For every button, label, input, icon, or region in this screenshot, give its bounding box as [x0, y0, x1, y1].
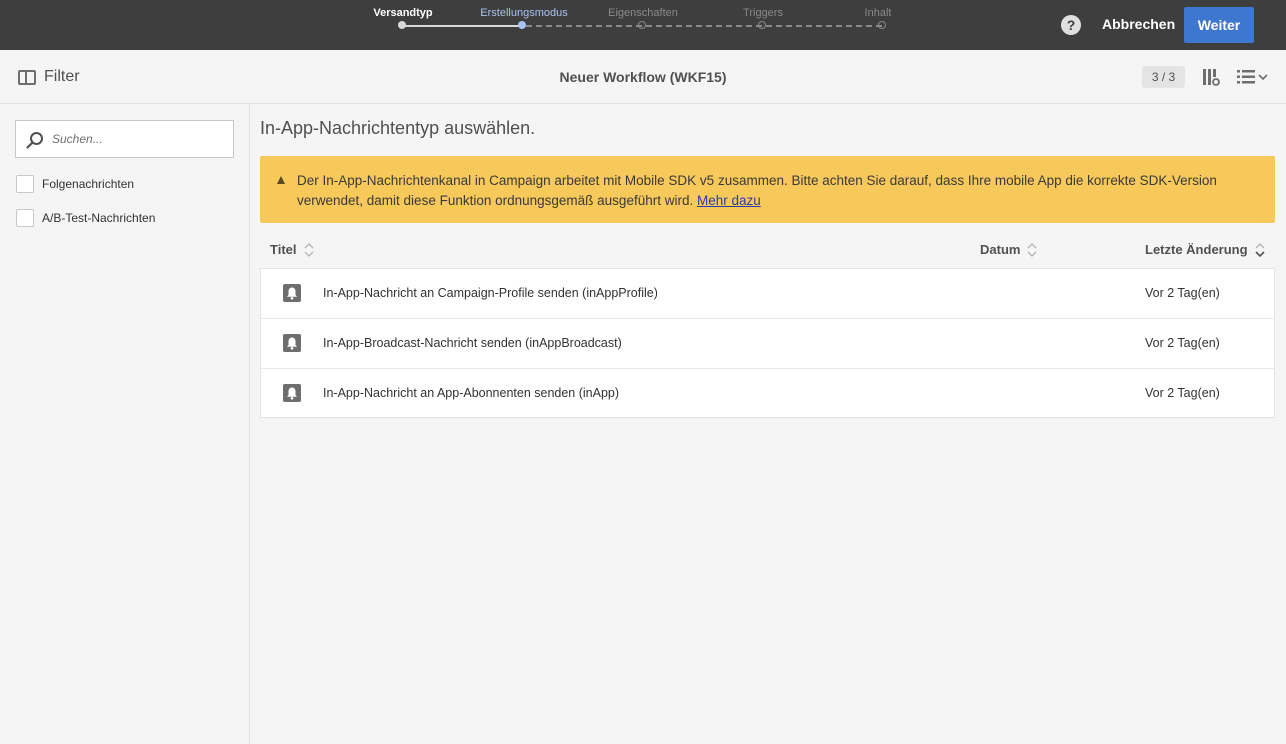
- bell-icon: [283, 334, 301, 352]
- message-type-table: In-App-Nachricht an Campaign-Profile sen…: [260, 268, 1275, 418]
- help-icon[interactable]: ?: [1061, 15, 1081, 35]
- search-icon: [26, 132, 43, 149]
- wizard-step-triggers: Triggers: [743, 7, 783, 19]
- table-row[interactable]: In-App-Broadcast-Nachricht senden (inApp…: [261, 319, 1274, 369]
- search-input[interactable]: [52, 121, 227, 157]
- column-header-last-changed[interactable]: Letzte Änderung: [1145, 242, 1265, 257]
- column-header-label: Titel: [270, 242, 297, 257]
- column-header-date[interactable]: Datum: [980, 242, 1037, 257]
- next-button[interactable]: Weiter: [1184, 7, 1254, 43]
- wizard-dot-eigenschaften: [638, 21, 646, 29]
- filter-ab-test-nachrichten[interactable]: A/B-Test-Nachrichten: [16, 209, 155, 227]
- row-last-changed: Vor 2 Tag(en): [1145, 386, 1220, 400]
- wizard-step-inhalt: Inhalt: [864, 7, 892, 19]
- column-header-title[interactable]: Titel: [270, 242, 314, 257]
- wizard-dot-erstellungsmodus: [518, 21, 526, 29]
- top-bar: Versandtyp Erstellungsmodus Eigenschafte…: [0, 0, 1286, 50]
- wizard-remaining-line: [526, 25, 882, 27]
- sort-descending-icon: [1254, 242, 1265, 257]
- checkbox-label: Folgenachrichten: [42, 177, 135, 191]
- row-title: In-App-Nachricht an App-Abonnenten sende…: [323, 386, 620, 400]
- row-last-changed: Vor 2 Tag(en): [1145, 286, 1220, 300]
- bell-icon: [283, 384, 301, 402]
- cancel-button[interactable]: Abbrechen: [1102, 16, 1175, 32]
- row-title: In-App-Broadcast-Nachricht senden (inApp…: [323, 336, 622, 350]
- warning-alert: Der In-App-Nachrichtenkanal in Campaign …: [260, 156, 1275, 223]
- checkbox[interactable]: [16, 175, 34, 193]
- search-box[interactable]: [15, 120, 234, 158]
- filter-folgenachrichten[interactable]: Folgenachrichten: [16, 175, 134, 193]
- checkbox-label: A/B-Test-Nachrichten: [42, 211, 156, 225]
- bell-icon: [283, 284, 301, 302]
- list-view-icon[interactable]: [1237, 69, 1269, 85]
- section-heading: In-App-Nachrichtentyp auswählen.: [260, 118, 536, 138]
- row-title: In-App-Nachricht an Campaign-Profile sen…: [323, 286, 658, 300]
- row-last-changed: Vor 2 Tag(en): [1145, 336, 1220, 350]
- wizard-progress-line: [402, 25, 522, 27]
- wizard-dot-triggers: [758, 21, 766, 29]
- column-header-label: Letzte Änderung: [1145, 242, 1248, 257]
- warning-icon: [277, 176, 285, 184]
- wizard-dot-versandtyp: [398, 21, 406, 29]
- filter-sidebar: Folgenachrichten A/B-Test-Nachrichten: [0, 105, 250, 744]
- wizard-step-eigenschaften: Eigenschaften: [608, 7, 678, 19]
- table-row[interactable]: In-App-Nachricht an App-Abonnenten sende…: [261, 369, 1274, 417]
- sort-icon: [304, 242, 313, 257]
- wizard-step-versandtyp[interactable]: Versandtyp: [373, 7, 432, 19]
- checkbox[interactable]: [16, 209, 34, 227]
- sort-icon: [1027, 242, 1037, 257]
- learn-more-link[interactable]: Mehr dazu: [697, 193, 761, 208]
- wizard-dot-inhalt: [878, 21, 886, 29]
- wizard-step-erstellungsmodus[interactable]: Erstellungsmodus: [480, 7, 567, 19]
- page-header: Filter Neuer Workflow (WKF15) 3 / 3: [0, 50, 1286, 104]
- alert-message: Der In-App-Nachrichtenkanal in Campaign …: [297, 171, 1257, 211]
- page-title: Neuer Workflow (WKF15): [559, 69, 727, 85]
- table-row[interactable]: In-App-Nachricht an Campaign-Profile sen…: [261, 269, 1274, 319]
- column-header-label: Datum: [980, 242, 1021, 257]
- column-settings-icon[interactable]: [1202, 68, 1220, 86]
- item-counter: 3 / 3: [1142, 66, 1185, 88]
